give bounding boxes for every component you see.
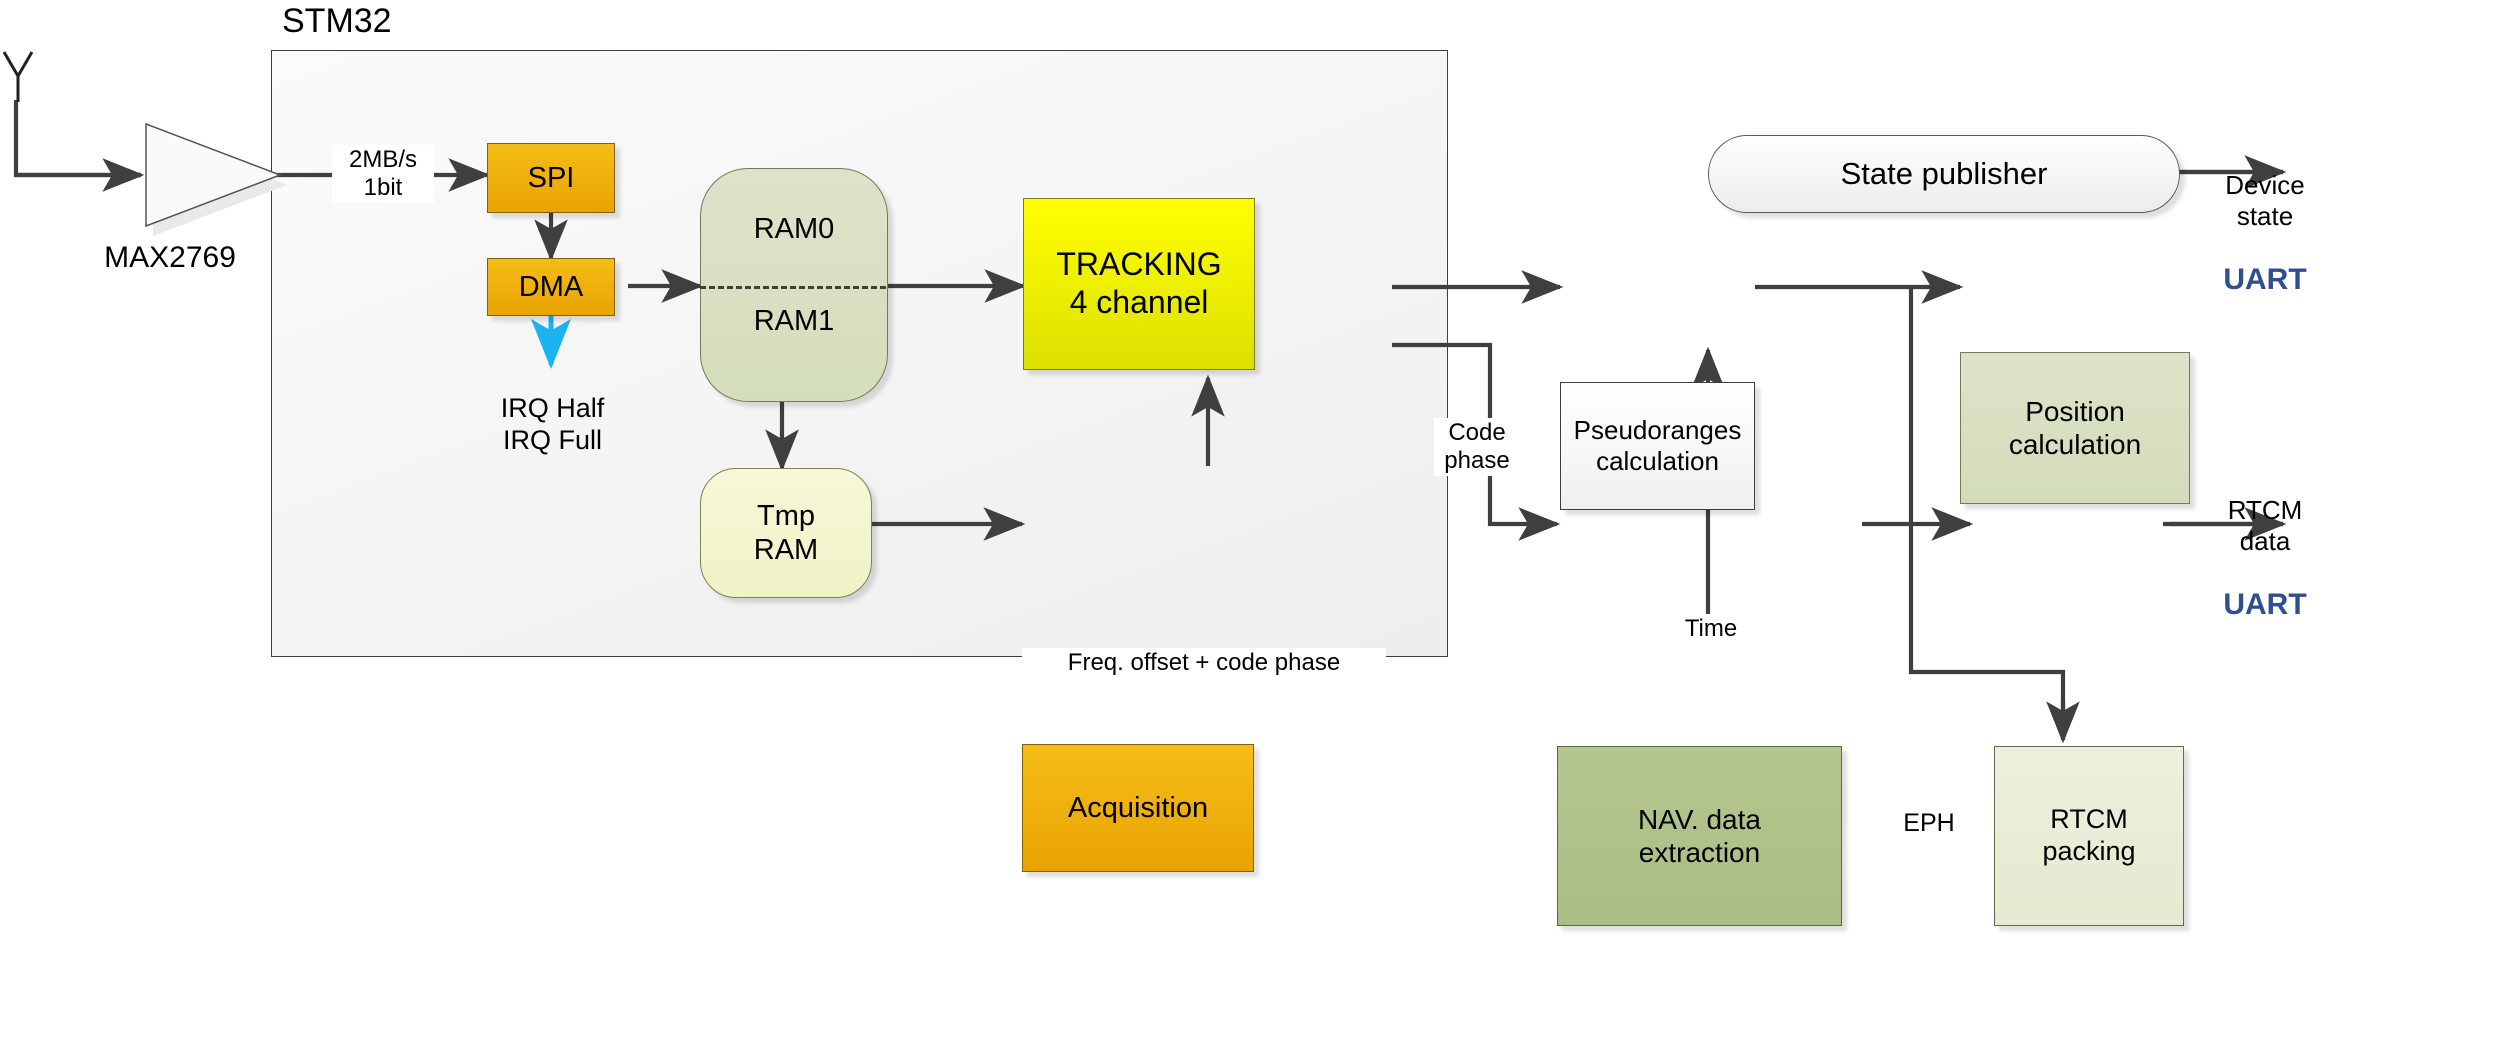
block-ram-buffer[interactable]: RAM0 RAM1 (700, 168, 888, 402)
block-spi-label: SPI (527, 161, 575, 194)
block-position-line2: calculation (2008, 429, 2142, 460)
block-tmp-ram[interactable]: Tmp RAM (700, 468, 872, 598)
stm32-title: STM32 (282, 2, 392, 40)
input-rate-line2: 1bit (363, 173, 403, 201)
rtcm-data-line2: data (2239, 526, 2291, 557)
device-state-label: Device state (2190, 170, 2340, 232)
block-position-calculation[interactable]: Position calculation (1960, 352, 2190, 504)
antenna-icon (2, 51, 34, 102)
freq-offset-label: Freq. offset + code phase (1022, 648, 1386, 678)
amplifier-label: MAX2769 (104, 241, 236, 274)
irq-full-label: IRQ Full (502, 425, 602, 456)
block-nav-line2: extraction (1638, 837, 1761, 868)
block-spi[interactable]: SPI (487, 143, 615, 213)
block-state-publisher-label: State publisher (1840, 155, 2048, 191)
block-pseudoranges-line2: calculation (1596, 446, 1719, 476)
block-ram0-label: RAM0 (753, 213, 835, 245)
block-acquisition-label: Acquisition (1067, 791, 1209, 824)
device-state-line1: Device (2225, 170, 2305, 200)
block-rtcm-line2: packing (2042, 836, 2136, 866)
time-label: Time (1660, 614, 1762, 644)
ram-split-divider (700, 286, 886, 289)
block-ram1-label: RAM1 (753, 305, 835, 337)
eph-label: EPH (1893, 808, 1965, 839)
block-acquisition[interactable]: Acquisition (1022, 744, 1254, 872)
block-tracking-line1: TRACKING (1056, 246, 1222, 283)
device-state-bus-label: UART (2223, 263, 2307, 296)
block-tmp-ram-line1: Tmp (757, 499, 815, 532)
block-tracking-line2: 4 channel (1069, 284, 1209, 320)
block-nav-line1: NAV. data (1638, 803, 1761, 835)
block-dma-label: DMA (518, 270, 584, 303)
rtcm-data-label: RTCM data (2190, 495, 2340, 557)
block-pseudoranges-calculation[interactable]: Pseudoranges calculation (1560, 382, 1755, 510)
block-rtcm-packing[interactable]: RTCM packing (1994, 746, 2184, 926)
block-nav-data-extraction[interactable]: NAV. data extraction (1557, 746, 1842, 926)
block-tracking[interactable]: TRACKING 4 channel (1023, 198, 1255, 370)
code-phase-line1: Code (1448, 419, 1506, 446)
block-diagram-canvas: STM32 MAX2769 2MB/s 1bit SPI DMA IRQ Hal… (0, 0, 2514, 1056)
block-state-publisher[interactable]: State publisher (1708, 135, 2180, 213)
block-position-line1: Position (2025, 395, 2125, 427)
device-state-line2: state (2236, 201, 2294, 232)
input-rate-label: 2MB/s 1bit (332, 145, 434, 203)
block-dma[interactable]: DMA (487, 258, 615, 316)
block-pseudoranges-line1: Pseudoranges (1573, 415, 1742, 446)
irq-labels: IRQ Half IRQ Full (460, 392, 645, 457)
rtcm-data-bus-label: UART (2223, 588, 2307, 621)
block-tmp-ram-line2: RAM (753, 534, 819, 566)
block-rtcm-line1: RTCM (2050, 804, 2128, 835)
code-phase-line2: phase (1444, 446, 1510, 474)
irq-half-label: IRQ Half (500, 393, 605, 423)
code-phase-label: Code phase (1434, 418, 1520, 476)
amplifier-symbol (145, 122, 287, 236)
rtcm-data-line1: RTCM (2227, 495, 2303, 525)
input-rate-line1: 2MB/s (348, 146, 417, 173)
